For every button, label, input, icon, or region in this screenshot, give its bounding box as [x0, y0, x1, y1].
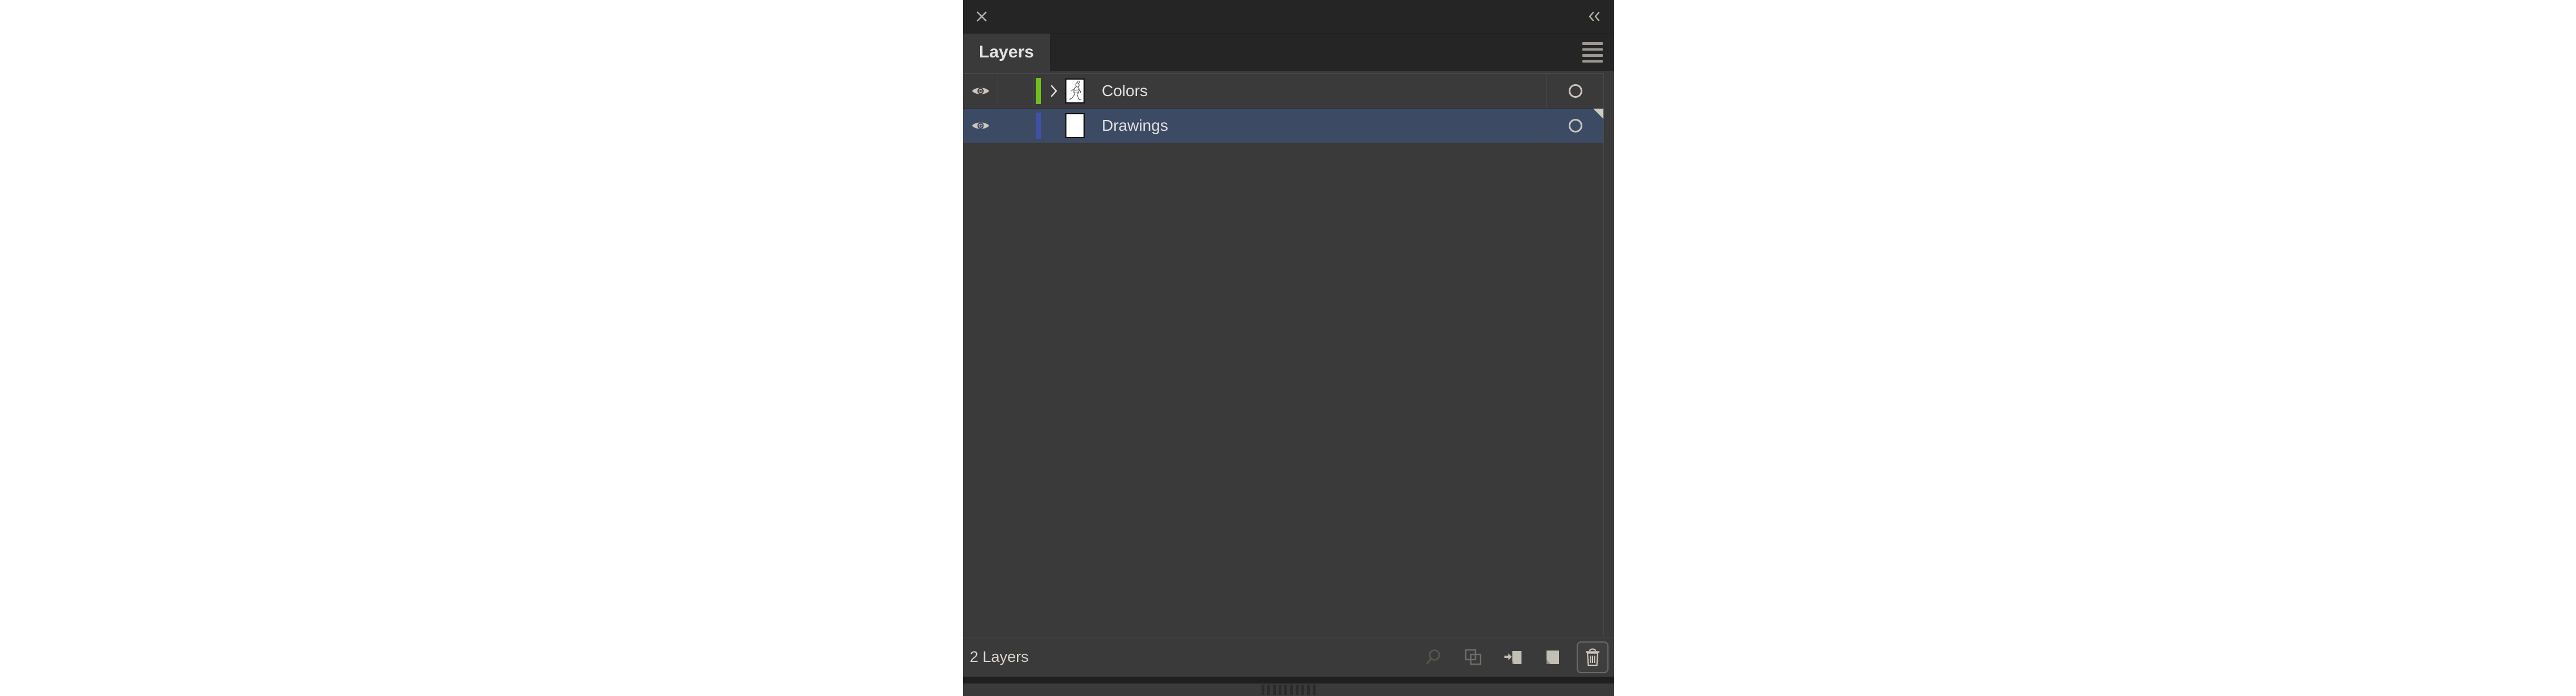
- layer-visibility-toggle[interactable]: [963, 74, 998, 108]
- layer-color-swatch: [1035, 113, 1041, 139]
- grip-marks: [1262, 685, 1316, 695]
- tab-layers-label: Layers: [979, 43, 1034, 61]
- layer-count-label: 2 Layers: [970, 648, 1029, 665]
- blank-white-thumbnail: [1065, 113, 1085, 138]
- layers-list: Colors Drawings: [963, 73, 1604, 636]
- panel-footer: 2 Layers: [963, 637, 1614, 677]
- create-new-sublayer-button[interactable]: [1497, 641, 1529, 673]
- locate-object-button[interactable]: [1417, 641, 1449, 673]
- make-clipping-mask-button[interactable]: [1457, 641, 1489, 673]
- tab-layers[interactable]: Layers: [963, 34, 1050, 71]
- menu-bar-2: [1582, 48, 1603, 51]
- panel-tabstrip: Layers: [963, 34, 1614, 71]
- layer-color-swatch: [1035, 78, 1041, 104]
- menu-bar-1: [1582, 42, 1603, 45]
- layer-color-indicator: [1033, 109, 1043, 143]
- panel-bottom-edge: [963, 677, 1614, 683]
- collapse-to-icons-icon[interactable]: [1585, 8, 1604, 25]
- new-layer-icon: [1547, 650, 1559, 664]
- layer-thumbnail: [1065, 74, 1091, 108]
- layer-thumbnail: [1065, 109, 1091, 143]
- grip-mark: [1296, 685, 1299, 695]
- grip-mark: [1279, 685, 1281, 695]
- layer-disclosure-toggle[interactable]: [1043, 74, 1065, 108]
- clipping-mask-icon: [1465, 649, 1482, 665]
- grip-mark: [1307, 685, 1310, 695]
- menu-bar-3: [1582, 54, 1603, 57]
- layer-name-label: Colors: [1102, 82, 1148, 100]
- layer-disclosure-placeholder: [1043, 109, 1065, 143]
- layer-color-indicator: [1033, 74, 1043, 108]
- layer-visibility-toggle[interactable]: [963, 109, 998, 143]
- grip-mark: [1273, 685, 1276, 695]
- panel-menu-icon[interactable]: [1580, 42, 1605, 63]
- grip-mark: [1284, 685, 1287, 695]
- layer-lock-toggle[interactable]: [998, 74, 1033, 108]
- magnifier-icon: [1426, 649, 1440, 664]
- grip-mark: [1262, 685, 1264, 695]
- layer-target-toggle[interactable]: [1547, 74, 1603, 108]
- target-circle-icon: [1568, 119, 1582, 132]
- new-sublayer-icon: [1504, 649, 1521, 664]
- grip-mark: [1267, 685, 1270, 695]
- grip-mark: [1313, 685, 1316, 695]
- chevron-right-icon: [1051, 85, 1057, 97]
- table-row[interactable]: Drawings: [963, 109, 1603, 143]
- panel-resize-grip[interactable]: [963, 683, 1614, 696]
- grip-mark: [1290, 685, 1293, 695]
- layers-panel: Layers Colors Drawings 2 Layers: [963, 0, 1614, 696]
- eye-icon: [971, 88, 989, 94]
- target-circle-icon: [1568, 84, 1582, 98]
- trash-icon: [1586, 648, 1599, 666]
- menu-bar-4: [1582, 60, 1603, 63]
- vertical-scrollbar[interactable]: [1603, 73, 1614, 636]
- layer-name[interactable]: Drawings: [1091, 109, 1547, 143]
- footer-toolbar: [1417, 637, 1609, 677]
- layer-name-label: Drawings: [1102, 117, 1168, 134]
- table-row[interactable]: Colors: [963, 74, 1603, 109]
- artwork-sketch-thumbnail: [1065, 78, 1085, 103]
- layer-lock-toggle[interactable]: [998, 109, 1033, 143]
- close-icon[interactable]: [973, 8, 990, 25]
- selection-corner-indicator: [1593, 109, 1603, 119]
- create-new-layer-button[interactable]: [1537, 641, 1569, 673]
- panel-titlebar: [963, 0, 1614, 34]
- eye-icon: [971, 122, 989, 129]
- layers-list-area: Colors Drawings: [963, 71, 1614, 637]
- delete-selection-button[interactable]: [1577, 641, 1609, 673]
- layer-name[interactable]: Colors: [1091, 74, 1547, 108]
- grip-mark: [1301, 685, 1304, 695]
